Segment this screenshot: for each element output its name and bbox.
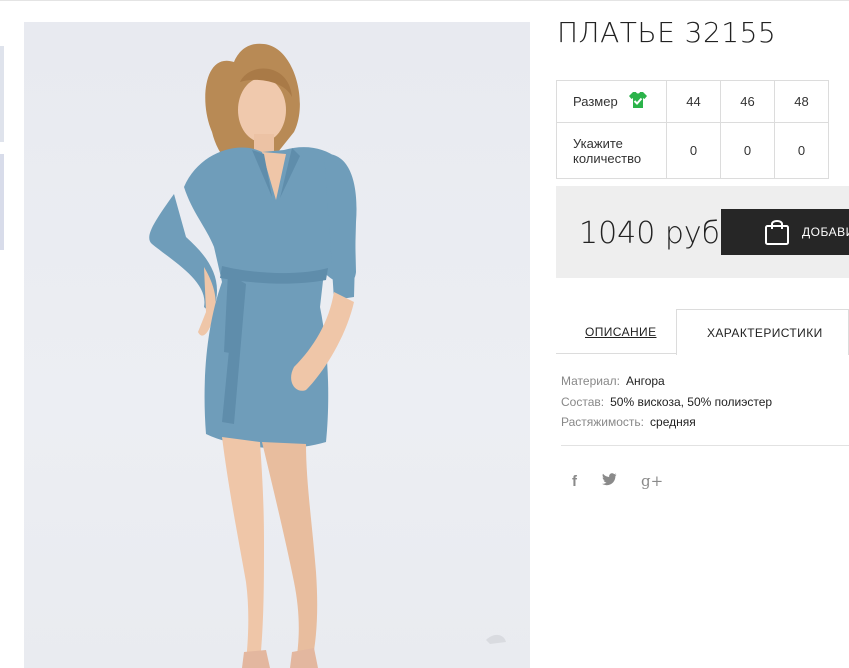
product-title: ПЛАТЬЕ 32155 [557, 16, 777, 49]
google-plus-icon[interactable]: g+ [641, 472, 663, 490]
thumbnail-1[interactable] [0, 46, 4, 142]
divider [561, 445, 849, 446]
tshirt-check-icon[interactable] [628, 91, 648, 112]
quantity-input-44[interactable]: 0 [666, 122, 721, 179]
price-panel: 1040 руб ДОБАВИ [556, 186, 849, 278]
size-label-cell: Размер [556, 80, 667, 123]
spec-value: Ангора [625, 374, 665, 388]
spec-row-material: Материал: Ангора [561, 371, 772, 392]
size-46[interactable]: 46 [720, 80, 775, 123]
thumbnail-2[interactable] [0, 154, 4, 250]
add-to-cart-label: ДОБАВИ [802, 225, 849, 239]
facebook-icon[interactable]: f [572, 473, 577, 490]
product-photo[interactable] [24, 22, 530, 668]
quantity-label: Укажите количество [573, 135, 642, 166]
specs-list: Материал: Ангора Состав: 50% вискоза, 50% … [561, 371, 772, 433]
spec-key: Материал: [561, 374, 620, 388]
quantity-row: Укажите количество 0 0 0 [556, 122, 829, 179]
model-illustration [149, 43, 506, 668]
quantity-input-46[interactable]: 0 [720, 122, 775, 179]
spec-row-composition: Состав: 50% вискоза, 50% полиэстер [561, 392, 772, 413]
shopping-bag-icon [764, 218, 790, 249]
product-page: ПЛАТЬЕ 32155 Размер 44 46 48 Укажите кол… [0, 0, 849, 668]
size-44[interactable]: 44 [666, 80, 721, 123]
spec-value: средняя [650, 415, 696, 429]
top-border [0, 0, 849, 1]
size-row: Размер 44 46 48 [556, 80, 829, 123]
tab-characteristics-label: ХАРАКТЕРИСТИКИ [707, 325, 823, 340]
spec-row-stretch: Растяжимость: средняя [561, 412, 772, 433]
product-price: 1040 руб [579, 216, 721, 251]
spec-key: Состав: [561, 394, 605, 409]
tab-characteristics[interactable]: ХАРАКТЕРИСТИКИ [676, 309, 849, 355]
quantity-input-48[interactable]: 0 [774, 122, 829, 179]
tab-description[interactable]: ОПИСАНИЕ [585, 325, 657, 339]
spec-key: Растяжимость: [561, 415, 645, 429]
tab-underline [556, 353, 676, 354]
add-to-cart-button[interactable]: ДОБАВИ [721, 209, 849, 255]
size-48[interactable]: 48 [774, 80, 829, 123]
product-tabs: ОПИСАНИЕ ХАРАКТЕРИСТИКИ [556, 309, 849, 355]
quantity-label-cell: Укажите количество [556, 122, 667, 179]
twitter-icon[interactable] [601, 472, 617, 490]
social-share: f g+ [572, 472, 663, 490]
spec-value: 50% вискоза, 50% полиэстер [610, 394, 773, 409]
size-label: Размер [573, 94, 618, 109]
size-quantity-table: Размер 44 46 48 Укажите количество 0 0 0 [556, 80, 829, 179]
